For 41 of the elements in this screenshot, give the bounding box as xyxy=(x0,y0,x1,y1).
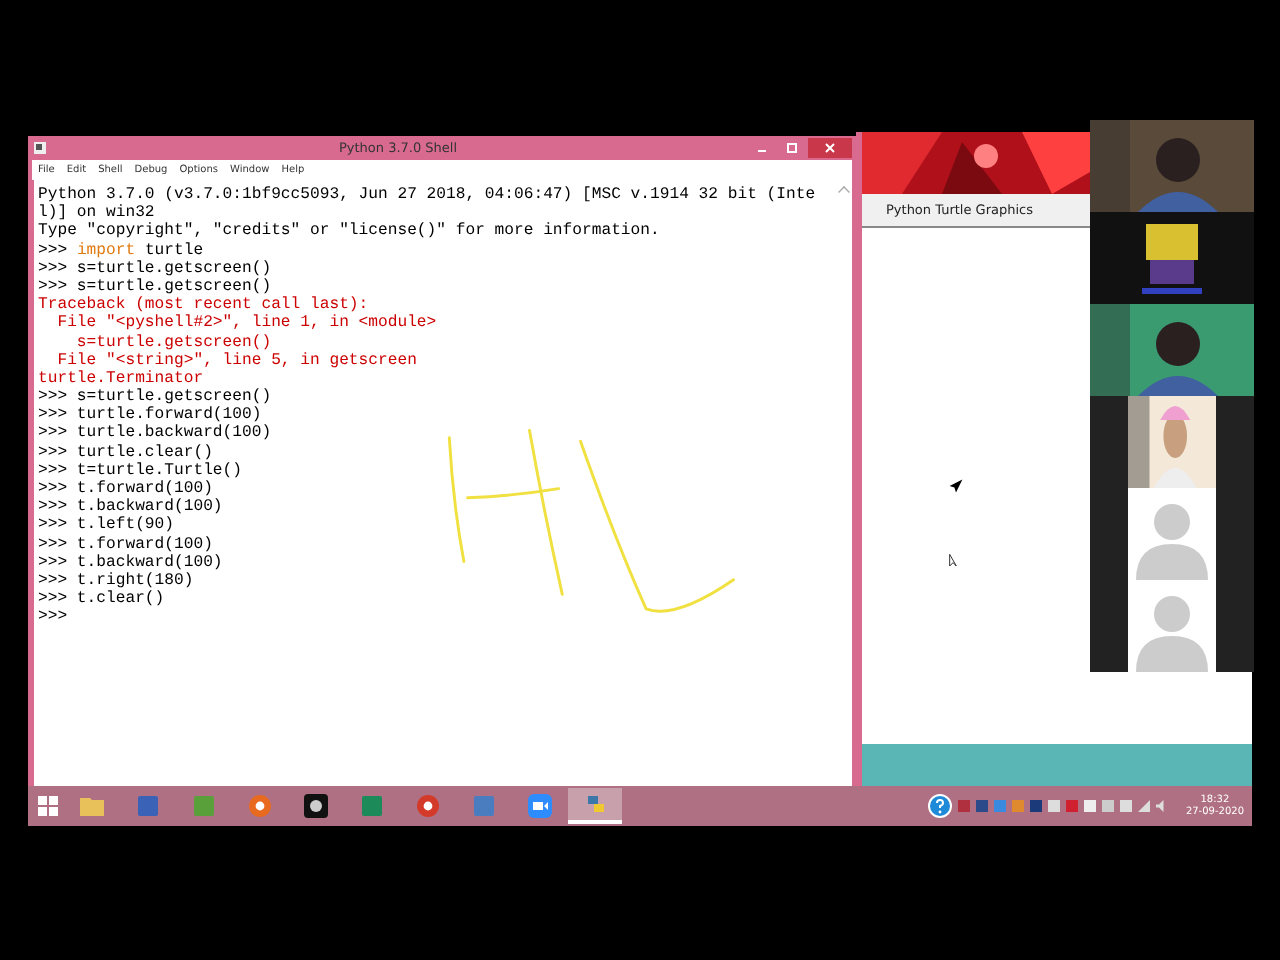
code-line: >>> turtle.backward(100) xyxy=(38,424,272,443)
code-line: >>> t.forward(100) xyxy=(38,535,213,554)
avatar-icon xyxy=(1128,488,1216,580)
error-line: File "<string>", line 5, in getscreen xyxy=(55,351,417,370)
code-line: l)] on win32 xyxy=(38,204,155,223)
code-line: >>> import turtle xyxy=(38,241,204,260)
folder-icon xyxy=(79,794,103,818)
signal-icon[interactable] xyxy=(1137,800,1150,812)
python-icon xyxy=(583,792,607,816)
window-icon xyxy=(32,140,48,156)
avatar-icon xyxy=(1128,580,1216,672)
code-line: >>> t.backward(100) xyxy=(38,553,223,572)
code-line: >>> t=turtle.Turtle() xyxy=(38,461,242,480)
code-line: >>> t.clear() xyxy=(38,590,165,609)
scroll-up-icon[interactable] xyxy=(838,186,850,198)
video-camera-icon xyxy=(527,794,551,818)
code-line: >>> turtle.forward(100) xyxy=(38,406,262,425)
close-icon xyxy=(822,140,838,156)
code-line: >>> t.backward(100) xyxy=(38,498,223,517)
code-line: >>> xyxy=(38,608,68,627)
code-line: >>> turtle.clear() xyxy=(38,443,213,462)
code-line: >>> s=turtle.getscreen() xyxy=(38,388,272,407)
code-line: >>> t.right(180) xyxy=(38,571,194,590)
cursor-icon xyxy=(948,554,958,568)
code-line: Python 3.7.0 (v3.7.0:1bf9cc5093, Jun 27 2018, 04:06:47) [MSC v.1914 32 bit (Inte xyxy=(38,186,816,204)
speaker-icon[interactable] xyxy=(1155,800,1168,812)
code-line: >>> s=turtle.getscreen() xyxy=(38,259,272,278)
error-line: Traceback (most recent call last): xyxy=(38,296,369,315)
close-button[interactable] xyxy=(808,138,852,158)
code-line: Type "copyright", "credits" or "license()" for more information. xyxy=(38,222,660,241)
battery-icon[interactable] xyxy=(1119,800,1132,812)
error-line: File "<pyshell#2>", line 1, in <module> xyxy=(55,314,437,333)
help-icon[interactable] xyxy=(927,794,952,818)
code-line: >>> s=turtle.getscreen() xyxy=(38,277,272,296)
arrow-icon xyxy=(948,478,964,494)
camera-icon xyxy=(303,794,327,818)
code-line: >>> t.left(90) xyxy=(38,516,174,535)
error-line: s=turtle.getscreen() xyxy=(74,333,272,351)
code-line: >>> t.forward(100) xyxy=(38,480,213,498)
error-line: turtle.Terminator xyxy=(38,369,204,388)
maximize-icon xyxy=(784,140,800,156)
